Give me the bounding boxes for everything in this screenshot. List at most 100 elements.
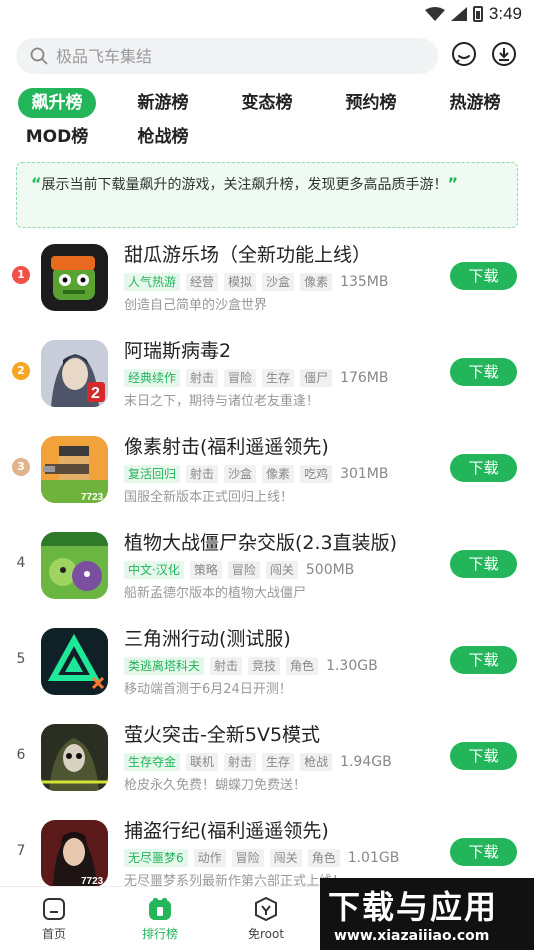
app-title[interactable]: 阿瑞斯病毒2 [124, 336, 231, 363]
app-size: 500MB [305, 562, 355, 578]
app-description: 移动端首测于6月24日开测！ [124, 682, 292, 697]
tab-modded[interactable]: 变态榜 [228, 88, 306, 118]
search-row [16, 36, 518, 76]
tag-line: 类逃离塔科夫 射击 竞技 角色 1.30GB [124, 656, 378, 676]
tag: 竞技 [248, 657, 281, 675]
download-button[interactable]: 下载 [450, 838, 517, 866]
tag: 中文·汉化 [124, 561, 184, 579]
tag: 动作 [193, 849, 226, 867]
rank-badge: 2 [12, 362, 30, 380]
nav-ranking[interactable]: 排行榜 [120, 895, 200, 942]
site-watermark: 下载与应用 www.xiazaiiiao.com [320, 878, 534, 950]
tag: 生存夺金 [124, 753, 181, 771]
app-title[interactable]: 萤火突击-全新5V5模式 [124, 720, 320, 747]
search-box[interactable] [16, 38, 438, 74]
list-item[interactable]: 5 三角洲行动(测试服) 类逃离塔科夫 射击 竞技 角色 1.30GB 移动端首… [0, 620, 534, 716]
rank-number: 5 [16, 651, 26, 667]
download-icon[interactable] [490, 40, 518, 68]
app-icon: 7723 [41, 436, 108, 503]
tag-line: 人气热游 经营 模拟 沙盒 像素 135MB [124, 272, 388, 292]
status-time: 3:49 [488, 4, 522, 23]
tag: 像素 [300, 273, 333, 291]
app-icon: 2 [41, 340, 108, 407]
download-button[interactable]: 下载 [450, 358, 517, 386]
tag: 沙盒 [224, 465, 257, 483]
svg-text:2: 2 [91, 385, 100, 402]
app-icon: 7723 [41, 820, 108, 887]
nav-label: 排行榜 [141, 927, 178, 941]
tag: 冒险 [231, 849, 264, 867]
ranking-icon [149, 898, 171, 920]
tab-mod[interactable]: MOD榜 [18, 122, 96, 152]
app-size: 176MB [340, 370, 389, 386]
tag: 经典续作 [124, 369, 181, 387]
tag: 角色 [307, 849, 340, 867]
app-description: 创造自己简单的沙盒世界 [124, 298, 268, 313]
info-banner: “展示当前下载量飙升的游戏，关注飙升榜，发现更多高品质手游！” [16, 162, 518, 228]
app-size: 1.30GB [326, 658, 378, 674]
status-bar: 3:49 [0, 0, 534, 28]
tag: 闯关 [269, 849, 302, 867]
tag: 复活回归 [124, 465, 181, 483]
app-title[interactable]: 像素射击(福利遥遥领先) [124, 432, 329, 459]
rank-number: 6 [16, 747, 26, 763]
tag: 僵尸 [300, 369, 333, 387]
tag: 射击 [224, 753, 257, 771]
nav-no-root[interactable]: 免root [226, 895, 306, 942]
tab-hot-games[interactable]: 热游榜 [436, 88, 514, 118]
nav-label: 免root [247, 927, 285, 941]
app-size: 301MB [340, 466, 389, 482]
tag-line: 复活回归 射击 沙盒 像素 吃鸡 301MB [124, 464, 388, 484]
tag: 射击 [186, 465, 219, 483]
app-description: 船新孟德尔版本的植物大战僵尸 [124, 586, 307, 601]
tab-preorder[interactable]: 预约榜 [332, 88, 410, 118]
tag: 类逃离塔科夫 [124, 657, 205, 675]
shield-icon [255, 896, 277, 922]
list-item[interactable]: 6 萤火突击-全新5V5模式 生存夺金 联机 射击 生存 枪战 1.94GB 枪… [0, 716, 534, 812]
rank-badge: 1 [12, 266, 30, 284]
tag: 冒险 [224, 369, 257, 387]
tag: 枪战 [300, 753, 333, 771]
tab-shooter[interactable]: 枪战榜 [124, 122, 202, 152]
search-input[interactable] [56, 46, 416, 66]
search-icon [30, 47, 48, 65]
tag: 冒险 [227, 561, 260, 579]
app-icon [41, 532, 108, 599]
wifi-icon [424, 7, 445, 21]
tag: 射击 [210, 657, 243, 675]
tag: 策略 [189, 561, 222, 579]
banner-text: 展示当前下载量飙升的游戏，关注飙升榜，发现更多高品质手游！ [41, 177, 448, 193]
app-size: 1.94GB [340, 754, 392, 770]
list-item[interactable]: 2 2 阿瑞斯病毒2 经典续作 射击 冒险 生存 僵尸 176MB 末日之下，期… [0, 332, 534, 428]
app-title[interactable]: 甜瓜游乐场（全新功能上线） [124, 240, 371, 267]
tag-line: 生存夺金 联机 射击 生存 枪战 1.94GB [124, 752, 392, 772]
download-button[interactable]: 下载 [450, 646, 517, 674]
watermark-url: www.xiazaiiiao.com [334, 928, 490, 944]
tab-soaring[interactable]: 飙升榜 [18, 88, 96, 118]
tag-line: 无尽噩梦6 动作 冒险 闯关 角色 1.01GB [124, 848, 399, 868]
tag: 模拟 [224, 273, 257, 291]
tag: 联机 [186, 753, 219, 771]
app-title[interactable]: 三角洲行动(测试服) [124, 624, 291, 651]
download-button[interactable]: 下载 [450, 742, 517, 770]
list-item[interactable]: 1 甜瓜游乐场（全新功能上线） 人气热游 经营 模拟 沙盒 像素 135MB 创… [0, 236, 534, 332]
download-button[interactable]: 下载 [450, 550, 517, 578]
app-title[interactable]: 捕盗行纪(福利遥遥领先) [124, 816, 329, 843]
message-icon[interactable] [450, 40, 478, 68]
open-quote: “ [31, 174, 42, 193]
download-button[interactable]: 下载 [450, 262, 517, 290]
list-item[interactable]: 3 7723 像素射击(福利遥遥领先) 复活回归 射击 沙盒 像素 吃鸡 301… [0, 428, 534, 524]
app-icon [41, 244, 108, 311]
rank-number: 4 [16, 555, 26, 571]
tag: 射击 [186, 369, 219, 387]
tag: 角色 [286, 657, 319, 675]
app-description: 末日之下，期待与诸位老友重逢！ [124, 394, 320, 409]
app-icon [41, 724, 108, 791]
nav-home[interactable]: 首页 [14, 895, 94, 942]
svg-text:7723: 7723 [81, 492, 104, 503]
download-button[interactable]: 下载 [450, 454, 517, 482]
list-item[interactable]: 4 植物大战僵尸杂交版(2.3直装版) 中文·汉化 策略 冒险 闯关 500MB… [0, 524, 534, 620]
tab-new-games[interactable]: 新游榜 [124, 88, 202, 118]
app-title[interactable]: 植物大战僵尸杂交版(2.3直装版) [124, 528, 397, 555]
app-description: 国服全新版本正式回归上线！ [124, 490, 294, 505]
